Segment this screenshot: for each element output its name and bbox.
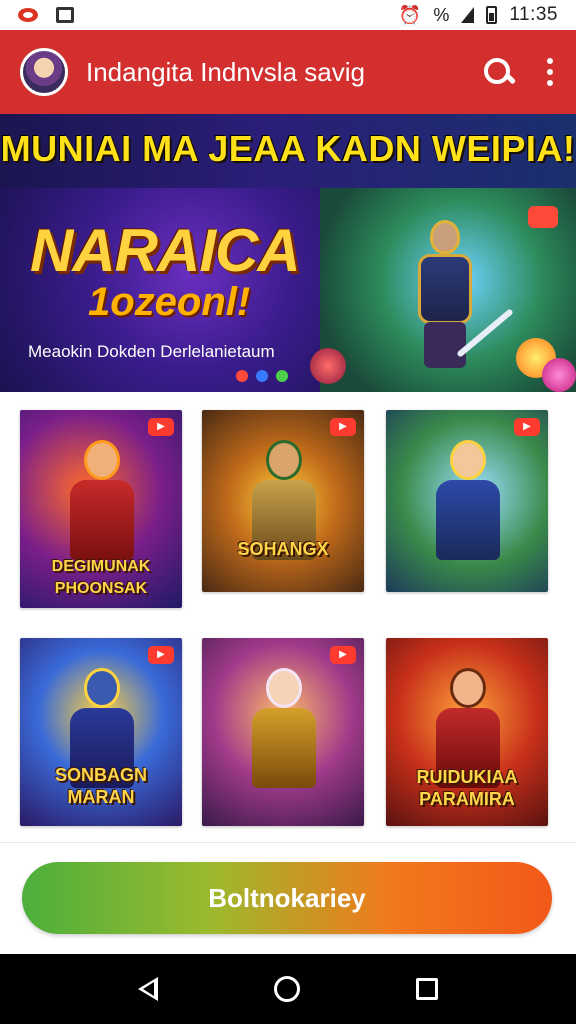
carousel-dot[interactable]	[276, 370, 288, 382]
app-notification-icon	[56, 7, 74, 23]
character-art	[244, 668, 324, 788]
hero-character	[410, 210, 514, 370]
game-title: DEGIMUNAK PHOONSAK	[51, 558, 151, 597]
carousel-dot[interactable]	[256, 370, 268, 382]
alarm-icon: ⏰	[398, 4, 422, 25]
banner-title: NARAICA	[30, 217, 301, 284]
search-icon[interactable]	[478, 52, 518, 92]
primary-cta-button[interactable]: Boltnokariey	[22, 862, 552, 934]
banner-tagline: Meaokin Dokden Derlelanietaum	[28, 342, 275, 361]
home-icon[interactable]	[274, 976, 300, 1002]
game-card[interactable]: ▶ SOHANGX	[202, 410, 364, 592]
promo-banner[interactable]: MUNIAI MA JEAA KADN WEIPIA! NARAICA 1oze…	[0, 114, 576, 392]
more-options-icon[interactable]	[540, 52, 560, 92]
video-badge-icon: ▶	[330, 646, 356, 664]
banner-subtitle: 1ozeonl!	[88, 280, 251, 324]
character-art	[428, 440, 508, 560]
divider	[0, 842, 576, 843]
game-card[interactable]: ▶ SONBAGN MARAN	[20, 638, 182, 826]
status-right: ⏰ % 11:35	[399, 4, 558, 26]
video-badge-icon: ▶	[148, 418, 174, 436]
battery-percent: %	[433, 4, 450, 25]
signal-icon	[461, 7, 475, 23]
app-title: Indangita Indnvsla savig	[86, 56, 365, 87]
game-card[interactable]: ▶ DEGIMUNAK PHOONSAK	[20, 410, 182, 608]
video-badge-icon: ▶	[330, 418, 356, 436]
game-title: SOHANGX	[237, 539, 329, 559]
carousel-indicator	[236, 370, 288, 382]
character-art	[62, 440, 142, 560]
play-badge-icon	[528, 206, 558, 228]
avatar[interactable]	[20, 48, 68, 96]
status-time: 11:35	[509, 4, 558, 25]
video-badge-icon: ▶	[148, 646, 174, 664]
banner-headline: MUNIAI MA JEAA KADN WEIPIA!	[0, 128, 576, 169]
game-card[interactable]: ▶	[386, 410, 548, 592]
status-left	[18, 7, 74, 23]
game-card[interactable]: ▶	[202, 638, 364, 826]
game-title: SONBAGN MARAN	[54, 765, 147, 807]
status-bar: ⏰ % 11:35	[0, 0, 576, 30]
app-bar: Indangita Indnvsla savig	[0, 30, 576, 114]
decor-orb	[310, 348, 346, 384]
battery-icon	[486, 6, 498, 24]
game-title: RUIDUKIAA PARAMIRA	[416, 767, 518, 809]
banner-left-panel: NARAICA 1ozeonl! Meaokin Dokden Derlelan…	[0, 188, 320, 392]
carousel-dot[interactable]	[236, 370, 248, 382]
decor-orb	[542, 358, 576, 392]
game-card[interactable]: RUIDUKIAA PARAMIRA	[386, 638, 548, 826]
back-icon[interactable]	[138, 977, 158, 1001]
system-nav-bar	[0, 954, 576, 1024]
video-badge-icon: ▶	[514, 418, 540, 436]
notification-icon	[18, 8, 38, 22]
banner-hero-art	[310, 188, 576, 392]
recents-icon[interactable]	[416, 978, 438, 1000]
